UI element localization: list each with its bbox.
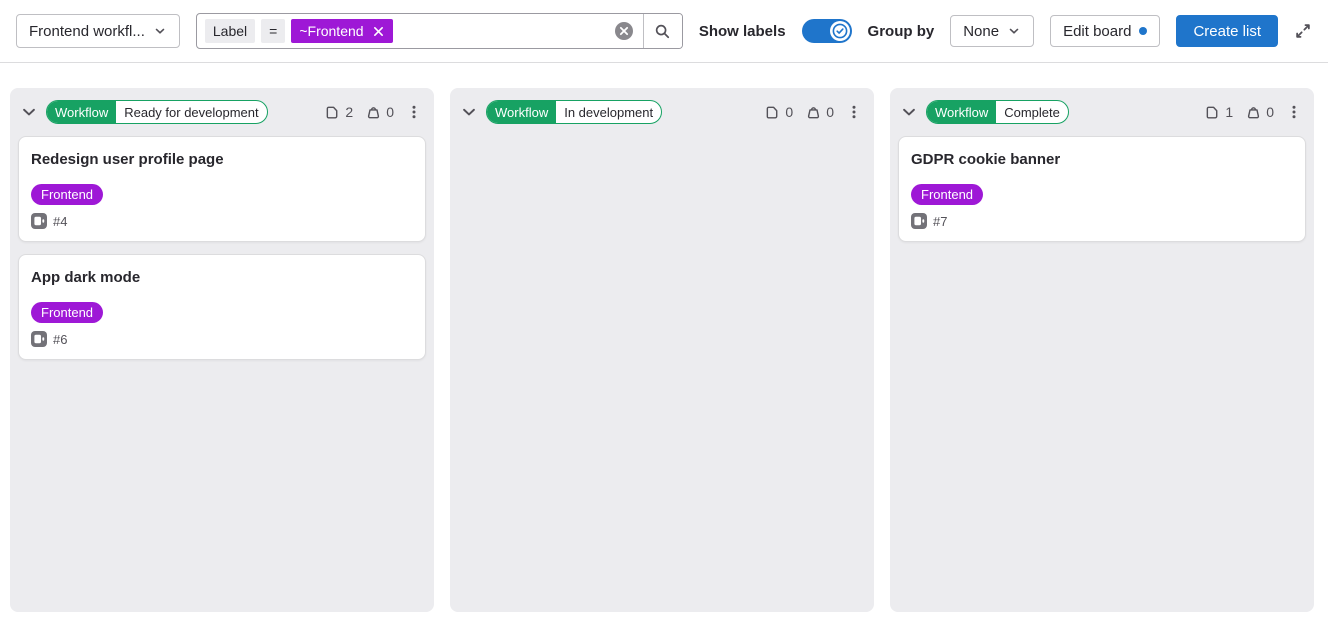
weight-icon [806, 105, 821, 120]
filter-token-operator[interactable]: = [261, 19, 285, 43]
chevron-down-icon [20, 103, 38, 121]
list-counts: 1 0 [1205, 104, 1274, 120]
chevron-down-icon [1007, 24, 1021, 38]
board-switcher-dropdown[interactable]: Frontend workfl... [16, 14, 180, 48]
list-weight: 0 [1266, 104, 1274, 120]
filter-token-value[interactable]: ~Frontend [291, 19, 392, 43]
list-scope: Workflow [47, 101, 116, 123]
filtered-search-bar[interactable]: Label = ~Frontend [196, 13, 683, 49]
list-name: Ready for development [116, 101, 266, 123]
card-title[interactable]: GDPR cookie banner [911, 151, 1293, 168]
label-pill[interactable]: Frontend [31, 302, 103, 323]
toggle-check-icon [830, 21, 850, 41]
card-title[interactable]: App dark mode [31, 269, 413, 286]
card-title[interactable]: Redesign user profile page [31, 151, 413, 168]
chevron-down-icon [900, 103, 918, 121]
list-name: In development [556, 101, 661, 123]
list-issue-count: 2 [345, 104, 353, 120]
collapse-list-button[interactable] [20, 103, 38, 121]
list-menu-button[interactable] [846, 104, 862, 120]
card-labels: Frontend [31, 184, 413, 205]
issue-type-icon [31, 213, 47, 229]
card-ref: #4 [53, 214, 67, 229]
label-pill[interactable]: Frontend [31, 184, 103, 205]
edit-board-label: Edit board [1063, 23, 1131, 40]
create-list-label: Create list [1193, 23, 1261, 40]
show-labels-label: Show labels [699, 23, 786, 40]
label-pill[interactable]: Frontend [911, 184, 983, 205]
expand-board-button[interactable] [1294, 22, 1312, 40]
ellipsis-v-icon [1286, 104, 1302, 120]
list-name: Complete [996, 101, 1068, 123]
group-by-value: None [963, 23, 999, 40]
board-switcher-label: Frontend workfl... [29, 23, 145, 40]
collapse-list-button[interactable] [460, 103, 478, 121]
board-list: Workflow Ready for development 2 0 Re [10, 88, 434, 612]
list-weight: 0 [826, 104, 834, 120]
list-scoped-label[interactable]: Workflow Complete [926, 100, 1069, 124]
remove-token-icon[interactable] [372, 25, 385, 38]
list-cards: GDPR cookie banner Frontend #7 [890, 132, 1314, 250]
list-header: Workflow Complete 1 0 [890, 88, 1314, 132]
create-list-button[interactable]: Create list [1176, 15, 1278, 47]
list-scope: Workflow [487, 101, 556, 123]
weight-icon [1246, 105, 1261, 120]
issue-card[interactable]: GDPR cookie banner Frontend #7 [898, 136, 1306, 242]
list-menu-button[interactable] [1286, 104, 1302, 120]
list-issue-count: 1 [1225, 104, 1233, 120]
issue-card[interactable]: Redesign user profile page Frontend #4 [18, 136, 426, 242]
card-footer: #7 [911, 213, 1293, 229]
topbar: Frontend workfl... Label = ~Frontend Sho… [0, 0, 1328, 63]
list-issue-count: 0 [785, 104, 793, 120]
card-labels: Frontend [31, 302, 413, 323]
list-counts: 2 0 [325, 104, 394, 120]
issues-icon [1205, 105, 1220, 120]
weight-icon [366, 105, 381, 120]
group-by-label: Group by [868, 23, 935, 40]
list-cards: Redesign user profile page Frontend #4 A… [10, 132, 434, 368]
filter-token-key[interactable]: Label [205, 19, 255, 43]
list-counts: 0 0 [765, 104, 834, 120]
chevron-down-icon [153, 24, 167, 38]
card-labels: Frontend [911, 184, 1293, 205]
list-scoped-label[interactable]: Workflow Ready for development [46, 100, 268, 124]
ellipsis-v-icon [406, 104, 422, 120]
notification-dot [1139, 27, 1147, 35]
card-ref: #7 [933, 214, 947, 229]
board: Workflow Ready for development 2 0 Re [0, 63, 1328, 612]
issues-icon [765, 105, 780, 120]
list-menu-button[interactable] [406, 104, 422, 120]
filter-token-value-label: ~Frontend [299, 23, 363, 39]
issue-type-icon [31, 331, 47, 347]
show-labels-toggle[interactable] [802, 19, 852, 43]
edit-board-button[interactable]: Edit board [1050, 15, 1160, 47]
expand-icon [1294, 22, 1312, 40]
group-by-dropdown[interactable]: None [950, 15, 1034, 47]
board-list: Workflow Complete 1 0 GDPR cookie ban [890, 88, 1314, 612]
card-ref: #6 [53, 332, 67, 347]
clear-search-icon[interactable] [605, 14, 643, 48]
issues-icon [325, 105, 340, 120]
issue-type-icon [911, 213, 927, 229]
list-weight: 0 [386, 104, 394, 120]
card-footer: #4 [31, 213, 413, 229]
search-icon [654, 23, 671, 40]
issue-card[interactable]: App dark mode Frontend #6 [18, 254, 426, 360]
board-list: Workflow In development 0 0 [450, 88, 874, 612]
collapse-list-button[interactable] [900, 103, 918, 121]
chevron-down-icon [460, 103, 478, 121]
search-button[interactable] [644, 14, 682, 48]
list-scope: Workflow [927, 101, 996, 123]
list-scoped-label[interactable]: Workflow In development [486, 100, 662, 124]
ellipsis-v-icon [846, 104, 862, 120]
list-header: Workflow Ready for development 2 0 [10, 88, 434, 132]
list-header: Workflow In development 0 0 [450, 88, 874, 132]
filter-token-list[interactable]: Label = ~Frontend [197, 14, 605, 48]
card-footer: #6 [31, 331, 413, 347]
list-cards [450, 132, 874, 144]
